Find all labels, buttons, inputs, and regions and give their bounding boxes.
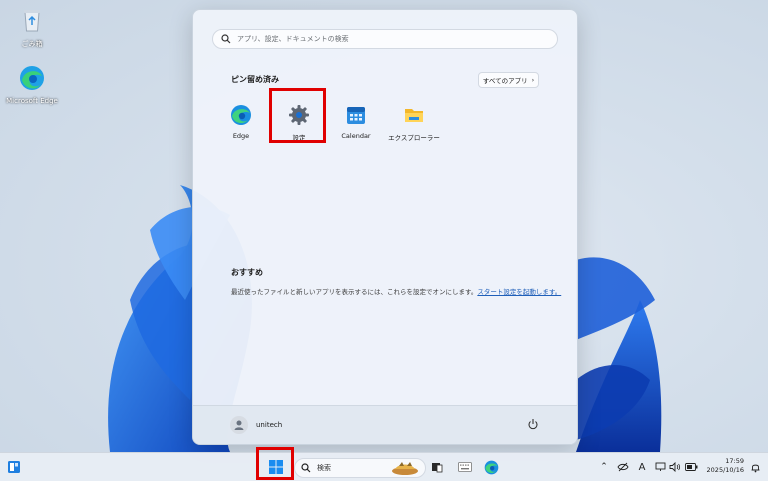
start-search-input[interactable]: アプリ、設定、ドキュメントの検索 [212, 29, 558, 49]
widgets-button[interactable] [4, 458, 24, 476]
user-icon [234, 420, 244, 430]
search-highlight-illustration-icon [392, 462, 418, 475]
search-icon [301, 463, 311, 473]
edge-icon [20, 66, 44, 90]
avatar [230, 416, 248, 434]
ime-mode-label: A [638, 461, 646, 473]
edge-icon [231, 105, 251, 125]
start-settings-link[interactable]: スタート設定を起動します。 [477, 288, 561, 296]
clock-date: 2025/10/16 [706, 466, 744, 474]
folder-icon [405, 109, 423, 122]
monitor-icon [655, 462, 665, 471]
task-view-button[interactable] [428, 458, 446, 476]
taskbar-search-label: 検索 [317, 464, 331, 472]
desktop-icon-label: Microsoft Edge [6, 97, 58, 105]
recommended-title: おすすめ [231, 268, 263, 277]
keyboard-icon [458, 462, 472, 472]
taskbar-edge-button[interactable] [481, 458, 501, 476]
user-account-button[interactable]: unitech [230, 416, 282, 434]
notifications-button[interactable] [748, 458, 762, 476]
start-menu: アプリ、設定、ドキュメントの検索 ピン留め済み すべてのアプリ › Edge 設… [192, 9, 578, 445]
widgets-icon [8, 461, 20, 473]
all-apps-label: すべてのアプリ [482, 77, 528, 85]
highlight-settings [269, 88, 326, 143]
eye-slash-icon [617, 462, 629, 472]
user-name: unitech [256, 421, 283, 429]
all-apps-button[interactable]: すべてのアプリ › [478, 72, 539, 88]
touch-keyboard-button[interactable] [455, 458, 475, 476]
battery-icon [684, 463, 697, 471]
ime-mode-button[interactable]: A [636, 458, 648, 476]
desktop-icon-label: ごみ箱 [21, 40, 43, 48]
notification-bell-icon [751, 464, 759, 472]
battery-button[interactable] [684, 458, 698, 476]
app-label: Calendar [341, 132, 371, 140]
highlight-start-button [256, 447, 294, 480]
search-placeholder: アプリ、設定、ドキュメントの検索 [237, 35, 349, 43]
show-hidden-icons-button[interactable]: ⌃ [598, 458, 610, 476]
pinned-title: ピン留め済み [231, 75, 279, 84]
volume-button[interactable] [669, 458, 681, 476]
recycle-bin-icon [24, 10, 40, 32]
clock-time: 17:59 [725, 457, 744, 465]
power-icon[interactable] [527, 418, 539, 430]
speaker-icon [669, 462, 681, 472]
app-label: Edge [232, 132, 250, 140]
taskbar-search[interactable]: 検索 [294, 458, 426, 478]
pinned-app-explorer[interactable]: エクスプローラー [387, 95, 441, 145]
desktop-icon-recycle-bin[interactable]: ごみ箱 [4, 6, 60, 49]
display-button[interactable] [654, 458, 666, 476]
search-icon [221, 34, 231, 44]
app-label: エクスプローラー [388, 134, 440, 142]
vpn-status-button[interactable] [616, 458, 630, 476]
start-footer: unitech [193, 405, 577, 444]
clock-button[interactable]: 17:59 2025/10/16 [704, 457, 744, 475]
edge-icon [484, 460, 498, 474]
pinned-app-calendar[interactable]: Calendar [329, 95, 383, 145]
task-view-icon [432, 463, 443, 473]
desktop-icon-edge[interactable]: Microsoft Edge [4, 64, 60, 105]
chevron-up-icon: ⌃ [600, 462, 608, 472]
recommended-text: 最近使ったファイルと新しいアプリを表示するには、これらを設定でオンにします。スタ… [231, 288, 562, 296]
taskbar: 検索 ⌃ A 17:59 2025/10/16 [0, 452, 768, 481]
chevron-right-icon: › [531, 76, 535, 84]
calendar-icon [347, 107, 365, 124]
pinned-app-edge[interactable]: Edge [214, 95, 268, 145]
